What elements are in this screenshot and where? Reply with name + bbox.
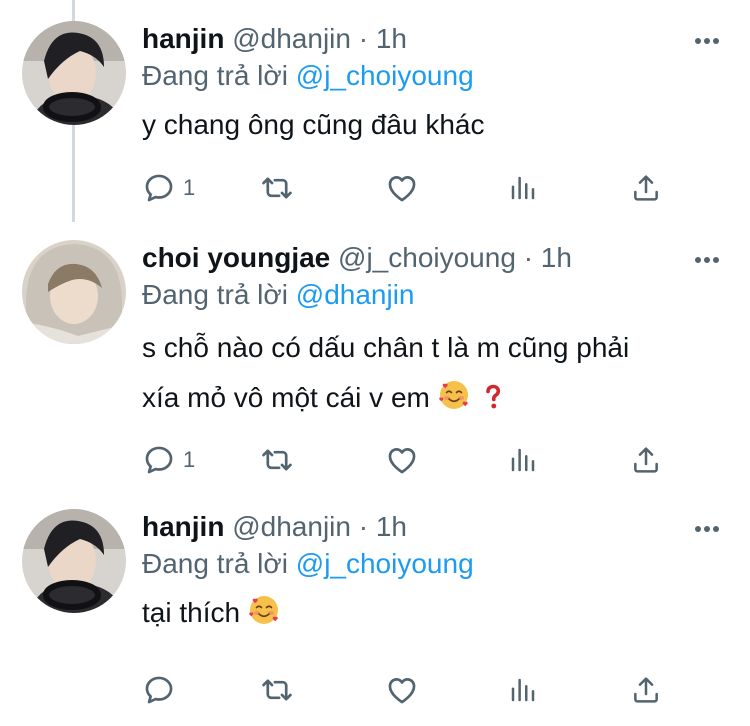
avatar[interactable] [22,21,126,125]
tweet-text-line: s chỗ nào có dấu chân t là m cũng phải [142,332,630,363]
tweet-text: y chang ông cũng đâu khác [142,109,485,140]
avatar[interactable] [22,240,126,344]
reply-icon [142,443,176,477]
question-mark-emoji [483,383,503,411]
analytics-button[interactable] [508,168,538,208]
separator-dot: · [358,511,369,542]
author-name[interactable]: hanjin [142,511,224,542]
smiling-face-with-hearts-emoji [438,379,470,411]
tweet-text: tại thích [142,592,730,634]
replying-to: Đang trả lời @j_choiyoung [142,58,730,94]
avatar[interactable] [22,509,126,613]
replying-to-label: Đang trả lời [142,548,288,579]
timestamp[interactable]: 1h [376,511,407,542]
separator-dot: · [358,23,369,54]
share-icon [630,172,662,204]
timestamp[interactable]: 1h [541,242,572,273]
reply-count: 1 [183,175,196,200]
like-icon [385,171,419,205]
like-icon [385,443,419,477]
like-button[interactable] [385,670,419,710]
more-icon[interactable] [694,37,720,45]
tweet-text-line: xía mỏ vô một cái v em [142,373,730,423]
like-button[interactable] [385,168,419,208]
replying-to-label: Đang trả lời [142,279,288,310]
reply-button[interactable] [142,670,183,710]
share-button[interactable] [630,670,662,710]
retweet-icon [260,171,294,205]
reply-button[interactable]: 1 [142,168,195,208]
author-handle[interactable]: @dhanjin [232,23,351,54]
reply-icon [142,673,176,707]
tweet-text: s chỗ nào có dấu chân t là m cũng phải x… [142,323,730,423]
like-button[interactable] [385,440,419,480]
analytics-icon [508,173,538,203]
mention-link[interactable]: @dhanjin [296,279,415,310]
retweet-button[interactable] [260,440,294,480]
author-handle[interactable]: @dhanjin [232,511,351,542]
mention-link[interactable]: @j_choiyoung [296,60,474,91]
action-bar: 1 [142,440,672,480]
share-button[interactable] [630,440,662,480]
like-icon [385,673,419,707]
author-name[interactable]: hanjin [142,23,224,54]
more-icon[interactable] [694,525,720,533]
separator-dot: · [523,242,534,273]
share-button[interactable] [630,168,662,208]
reply-button[interactable]: 1 [142,440,195,480]
author-handle[interactable]: @j_choiyoung [338,242,516,273]
retweet-icon [260,673,294,707]
smiling-face-with-hearts-emoji [248,594,280,626]
action-bar: 1 [142,168,672,208]
reply-icon [142,171,176,205]
author-name[interactable]: choi youngjae [142,242,330,273]
analytics-icon [508,675,538,705]
retweet-button[interactable] [260,168,294,208]
replying-to: Đang trả lời @dhanjin [142,277,730,313]
more-icon[interactable] [694,256,720,264]
replying-to-label: Đang trả lời [142,60,288,91]
analytics-button[interactable] [508,440,538,480]
reply-count: 1 [183,447,196,472]
timestamp[interactable]: 1h [376,23,407,54]
share-icon [630,444,662,476]
analytics-button[interactable] [508,670,538,710]
retweet-icon [260,443,294,477]
analytics-icon [508,445,538,475]
retweet-button[interactable] [260,670,294,710]
replying-to: Đang trả lời @j_choiyoung [142,546,730,582]
mention-link[interactable]: @j_choiyoung [296,548,474,579]
tweet-text-fragment: xía mỏ vô một cái v em [142,382,430,413]
tweet-text-fragment: tại thích [142,597,241,628]
share-icon [630,674,662,706]
action-bar [142,670,672,710]
